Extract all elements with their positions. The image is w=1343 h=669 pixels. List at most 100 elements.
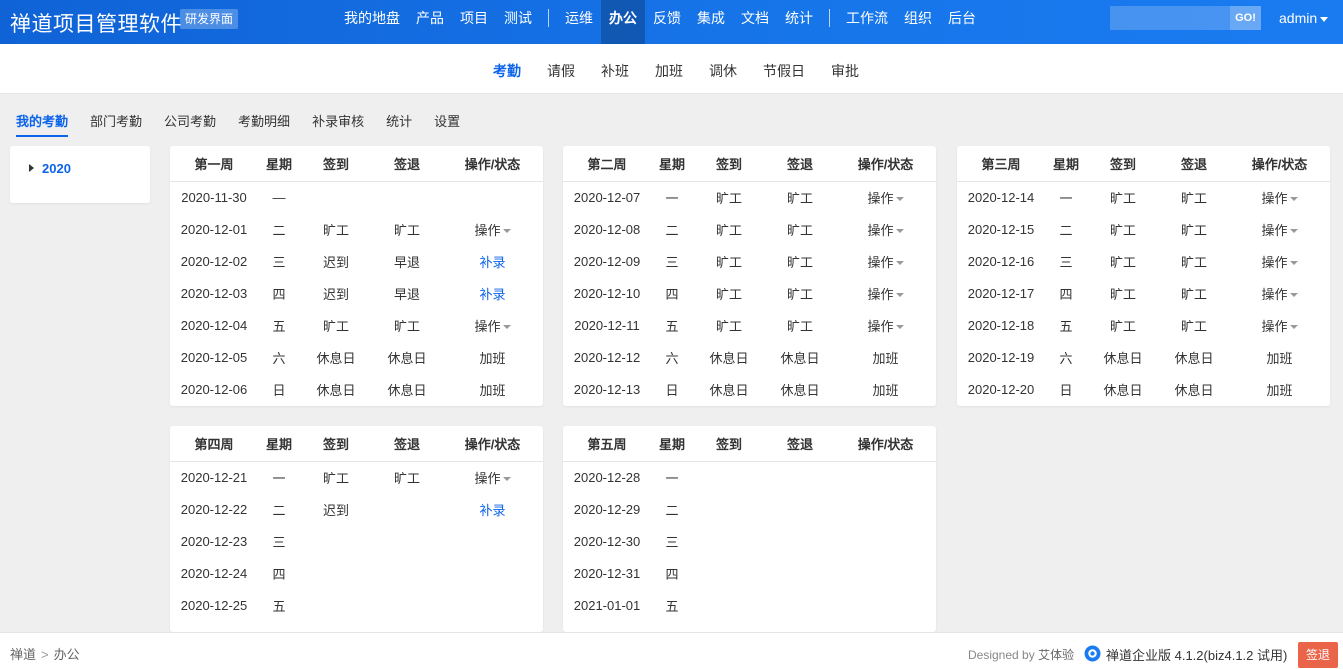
subnav-overtime[interactable]: 加班 [647,61,691,81]
subnav-leave[interactable]: 请假 [539,61,583,81]
sign-in-header: 签到 [300,146,372,182]
nav-item-report[interactable]: 统计 [777,0,821,44]
sign-out-status [765,493,835,525]
week-card: 第二周 星期 签到 签退 操作/状态 2020-12-07 一旷工 旷工 操作 2020-12-0… [563,146,936,406]
sign-in-status [300,557,372,589]
action-dropdown[interactable]: 操作 [867,287,904,302]
attendance-row: 2020-12-14 一 旷工 旷工 操作 [957,181,1330,213]
sign-out-status: 休息日 [1174,350,1214,366]
attendance-row: 2020-12-21 一 旷工 旷工 操作 [170,461,543,493]
makeup-link[interactable]: 补录 [479,503,505,518]
subnav-approval[interactable]: 审批 [823,61,867,81]
action-dropdown[interactable]: 操作 [1261,223,1298,238]
nav-item-admin[interactable]: 后台 [940,0,984,44]
action-dropdown[interactable]: 操作 [1261,190,1298,206]
nav-item-qa[interactable]: 测试 [496,0,540,44]
sign-in-status: 旷工 [322,318,349,334]
weekday-cell: 二 [272,502,286,518]
action-dropdown[interactable]: 操作 [867,191,904,206]
year-label: 2020 [42,161,71,176]
date-cell: 2020-12-14 [967,189,1035,205]
chevron-down-icon [1289,293,1298,298]
sign-in-status: 旷工 [715,318,742,334]
action-dropdown-label: 操作 [474,222,501,238]
nav-item-office[interactable]: 办公 [601,0,645,44]
designer-name[interactable]: 艾体验 [1038,648,1074,662]
attendance-row: 2021-01-01 五 [563,589,936,621]
action-dropdown[interactable]: 操作 [867,255,904,270]
weekday-cell: 六 [272,350,286,366]
chevron-down-icon [895,325,904,330]
chevron-down-icon [1289,261,1298,266]
tab-settings[interactable]: 设置 [434,111,460,137]
sign-out-status [372,181,442,213]
sign-out-status: 休息日 [780,382,820,398]
action-dropdown[interactable]: 操作 [1261,319,1298,334]
chevron-down-icon [502,229,511,234]
action-dropdown[interactable]: 操作 [867,223,904,238]
date-cell: 2020-12-05 [180,349,248,365]
action-dropdown-label: 操作 [1261,286,1288,302]
nav-item-workflow[interactable]: 工作流 [838,0,896,44]
sign-in-status: 休息日 [1103,350,1143,366]
action-dropdown[interactable]: 操作 [474,222,511,238]
sign-in-status: 休息日 [709,350,749,366]
action-dropdown[interactable]: 操作 [1261,286,1298,302]
tab-my-attendance[interactable]: 我的考勤 [16,111,69,137]
nav-item-project[interactable]: 项目 [452,0,496,44]
user-menu[interactable]: admin [1279,10,1329,26]
nav-item-doc[interactable]: 文档 [733,0,777,44]
makeup-link[interactable]: 补录 [479,255,505,270]
signout-button[interactable]: 签退 [1298,642,1338,668]
tab-dept-attendance[interactable]: 部门考勤 [90,111,142,137]
weekday-cell: 四 [272,286,286,302]
action-dropdown[interactable]: 操作 [867,319,904,334]
tab-makeup-review[interactable]: 补录审核 [312,111,364,137]
action-cell: 加班 [1229,341,1330,373]
sign-in-status: 旷工 [1109,254,1136,270]
sign-out-status [372,557,442,589]
action-cell: 操作 [442,309,543,341]
nav-item-feedback[interactable]: 反馈 [645,0,689,44]
app-brand[interactable]: 禅道项目管理软件 [10,8,182,38]
nav-item-company[interactable]: 组织 [896,0,940,44]
caret-right-icon [29,164,34,172]
date-cell: 2020-11-30 [181,189,247,205]
week-card: 第四周 星期 签到 签退 操作/状态 2020-12-21 一旷工 旷工 操作 2020-12-2… [170,426,543,632]
tab-company-attendance[interactable]: 公司考勤 [164,111,216,137]
tab-statistics[interactable]: 统计 [386,111,412,137]
zentao-logo-icon [1084,645,1101,662]
subnav-holiday[interactable]: 节假日 [755,61,813,81]
version-info[interactable]: 禅道企业版 4.1.2(biz4.1.2 试用) [1106,645,1287,664]
sign-out-status [765,525,835,557]
year-item[interactable]: 2020 [29,161,71,176]
nav-item-product[interactable]: 产品 [408,0,452,44]
makeup-link[interactable]: 补录 [479,287,505,302]
chevron-down-icon [502,477,511,482]
attendance-row: 2020-11-30 — [170,181,543,213]
date-cell: 2020-12-13 [573,381,641,397]
search-go-button[interactable]: GO! [1230,6,1261,30]
attendance-row: 2020-12-08 二 旷工 旷工 操作 [563,213,936,245]
interface-badge[interactable]: 研发界面 [180,9,239,29]
action-dropdown-label: 操作 [1261,190,1288,206]
nav-item-integration[interactable]: 集成 [689,0,733,44]
nav-item-ops[interactable]: 运维 [557,0,601,44]
breadcrumb-home[interactable]: 禅道 [10,647,36,662]
breadcrumb-current[interactable]: 办公 [54,647,80,662]
weekday-cell: 五 [272,318,286,334]
tab-attendance-detail[interactable]: 考勤明细 [238,111,290,137]
sign-out-status: 休息日 [780,350,820,366]
subnav-makeup[interactable]: 补班 [593,61,637,81]
chevron-down-icon [895,293,904,298]
attendance-row: 2020-12-03 四 迟到 早退 补录 [170,277,543,309]
action-dropdown[interactable]: 操作 [474,319,511,334]
search-input[interactable] [1110,6,1230,30]
action-dropdown[interactable]: 操作 [1261,255,1298,270]
action-cell: 操作 [835,277,936,309]
nav-item-my[interactable]: 我的地盘 [336,0,408,44]
subnav-lieu[interactable]: 调休 [701,61,745,81]
attendance-row: 2020-12-22 二 迟到 补录 [170,493,543,525]
subnav-attendance[interactable]: 考勤 [485,61,529,81]
action-dropdown[interactable]: 操作 [474,471,511,486]
